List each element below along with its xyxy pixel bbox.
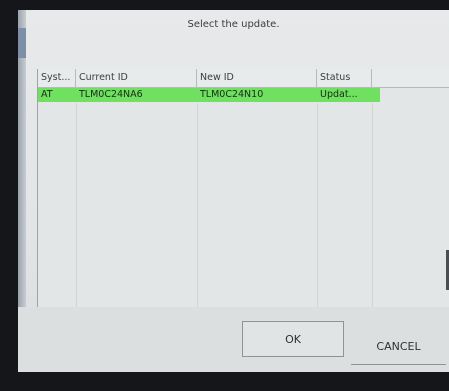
column-header-current-id[interactable]: Current ID (76, 69, 197, 87)
column-divider (372, 103, 373, 307)
ok-button[interactable]: OK (242, 321, 344, 357)
monitor-bezel: Select the update. Syst... Current ID Ne… (0, 0, 449, 391)
cancel-button[interactable]: CANCEL (351, 329, 446, 365)
cell-system: AT (41, 89, 53, 100)
button-bar: OK CANCEL (18, 307, 449, 372)
cell-status: Updat... (320, 89, 358, 100)
table-row[interactable]: AT TLM0C24NA6 TLM0C24N10 Updat... (38, 88, 380, 102)
window-edge-tab (18, 28, 26, 58)
column-header-new-id[interactable]: New ID (197, 69, 317, 87)
column-header-system[interactable]: Syst... (38, 69, 76, 87)
table-header: Syst... Current ID New ID Status (38, 69, 449, 88)
update-dialog: Select the update. Syst... Current ID Ne… (18, 10, 449, 372)
cell-new-id: TLM0C24N10 (200, 89, 264, 100)
column-divider (197, 103, 198, 307)
column-header-status[interactable]: Status (317, 69, 372, 87)
cell-current-id: TLM0C24NA6 (79, 89, 143, 100)
column-header-empty (372, 69, 449, 87)
column-divider (317, 103, 318, 307)
dialog-title: Select the update. (187, 19, 280, 30)
update-table: Syst... Current ID New ID Status AT TLM0… (37, 69, 449, 307)
column-divider (76, 103, 77, 307)
